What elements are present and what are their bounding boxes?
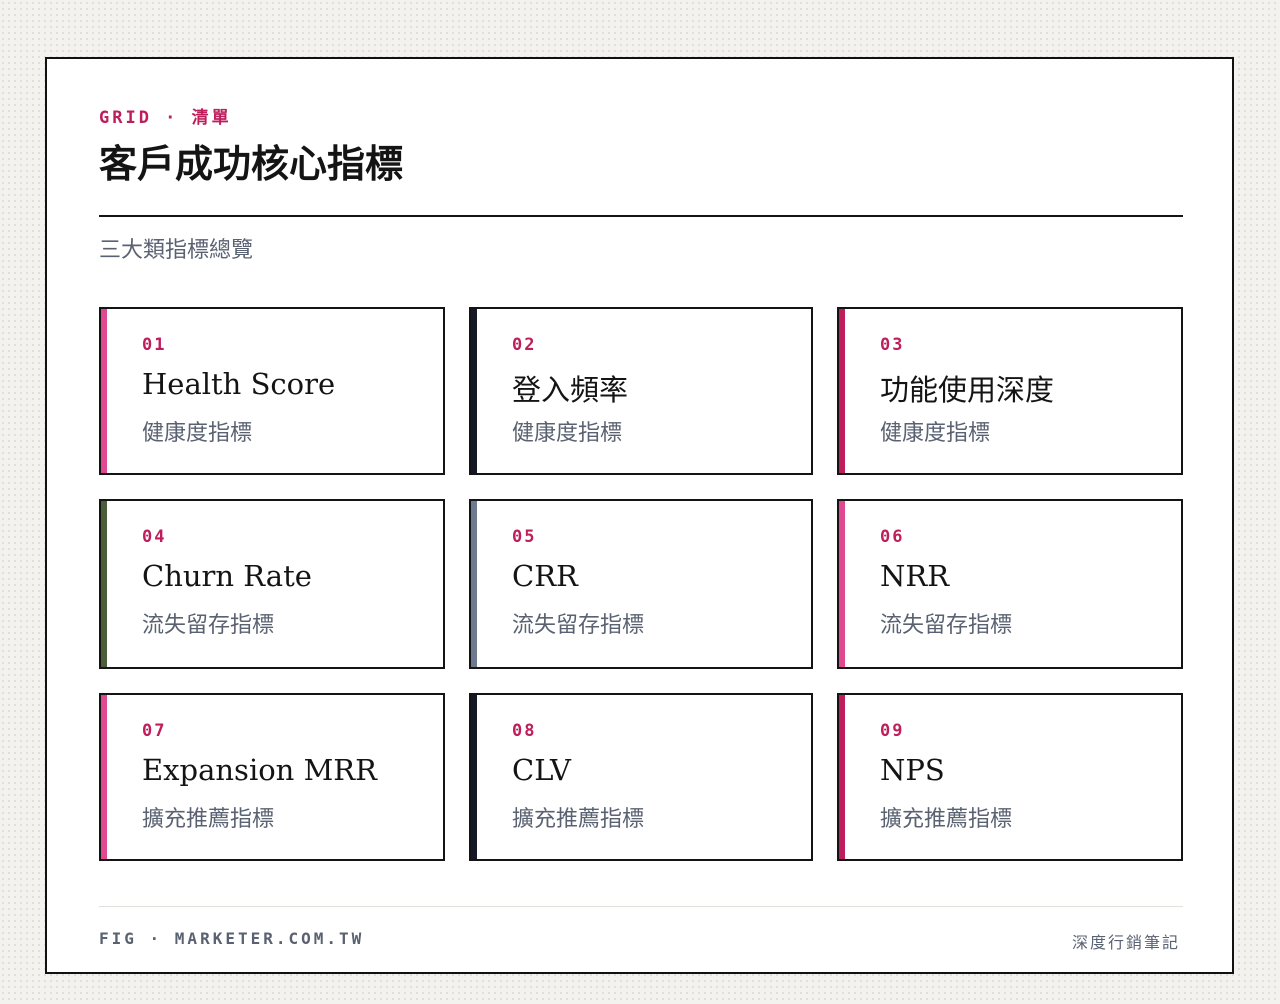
metric-card: 05 CRR 流失留存指標 [469, 499, 813, 669]
card-metric-name: CRR [512, 559, 578, 593]
card-number: 06 [880, 527, 905, 547]
page-subtitle: 三大類指標總覽 [99, 238, 254, 263]
card-metric-name: NPS [880, 753, 945, 787]
card-number: 03 [880, 335, 905, 355]
metric-card: 02 登入頻率 健康度指標 [469, 307, 813, 475]
card-category: 健康度指標 [880, 421, 991, 446]
metric-card: 07 Expansion MRR 擴充推薦指標 [99, 693, 445, 861]
card-accent-bar [471, 501, 477, 667]
card-accent-bar [101, 695, 107, 859]
card-accent-bar [839, 695, 845, 859]
figure-frame: GRID · 清單 客戶成功核心指標 三大類指標總覽 01 Health Sco… [45, 57, 1234, 974]
title-divider [99, 215, 1183, 217]
eyebrow-label: GRID · 清單 [99, 108, 232, 128]
card-number: 08 [512, 721, 537, 741]
card-number: 02 [512, 335, 537, 355]
metric-card: 04 Churn Rate 流失留存指標 [99, 499, 445, 669]
card-metric-name: Health Score [142, 367, 336, 401]
card-accent-bar [471, 695, 477, 859]
card-number: 07 [142, 721, 167, 741]
metric-card: 08 CLV 擴充推薦指標 [469, 693, 813, 861]
card-category: 擴充推薦指標 [142, 807, 275, 832]
brand-label: 深度行銷筆記 [1071, 933, 1180, 952]
card-accent-bar [101, 501, 107, 667]
card-accent-bar [839, 309, 845, 473]
card-metric-name: 功能使用深度 [880, 373, 1055, 407]
card-number: 05 [512, 527, 537, 547]
card-category: 健康度指標 [142, 421, 253, 446]
card-metric-name: Churn Rate [142, 559, 312, 593]
card-category: 流失留存指標 [512, 613, 645, 638]
card-number: 04 [142, 527, 167, 547]
card-number: 01 [142, 335, 167, 355]
card-category: 擴充推薦指標 [880, 807, 1013, 832]
card-metric-name: Expansion MRR [142, 753, 377, 787]
card-accent-bar [101, 309, 107, 473]
metric-card: 09 NPS 擴充推薦指標 [837, 693, 1183, 861]
card-category: 流失留存指標 [142, 613, 275, 638]
card-accent-bar [471, 309, 477, 473]
figure-source-label: FIG · MARKETER.COM.TW [99, 929, 365, 948]
footer-divider [99, 906, 1183, 907]
card-category: 流失留存指標 [880, 613, 1013, 638]
metric-card: 01 Health Score 健康度指標 [99, 307, 445, 475]
card-category: 健康度指標 [512, 421, 623, 446]
card-metric-name: NRR [880, 559, 950, 593]
metrics-grid: 01 Health Score 健康度指標 02 登入頻率 健康度指標 03 功… [99, 307, 1183, 861]
card-category: 擴充推薦指標 [512, 807, 645, 832]
card-metric-name: CLV [512, 753, 571, 787]
card-number: 09 [880, 721, 905, 741]
metric-card: 06 NRR 流失留存指標 [837, 499, 1183, 669]
card-metric-name: 登入頻率 [512, 373, 629, 407]
page-title: 客戶成功核心指標 [99, 141, 404, 186]
card-accent-bar [839, 501, 845, 667]
metric-card: 03 功能使用深度 健康度指標 [837, 307, 1183, 475]
